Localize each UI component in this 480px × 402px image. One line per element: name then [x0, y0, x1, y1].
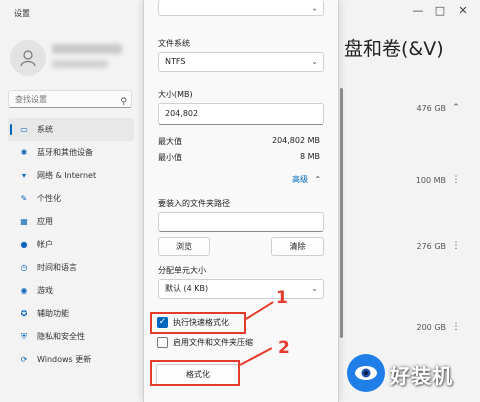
annotation-box-quick-format [150, 312, 246, 334]
sidebar-nav: ▭ 系统 ✱ 蓝牙和其他设备 ▾ 网络 & Internet ✎ 个性化 ▦ 应… [8, 118, 134, 371]
size-value: 204,802 [165, 109, 199, 118]
disk-size: 476 GB [416, 104, 447, 113]
compression-label: 启用文件和文件夹压缩 [173, 338, 253, 347]
annotation-number-2: 2 [278, 338, 290, 358]
sidebar-item-time-language[interactable]: ◷ 时间和语言 [8, 256, 134, 279]
sidebar-item-label: 蓝牙和其他设备 [37, 148, 93, 157]
settings-search-input[interactable]: 查找设置 ⚲ [8, 90, 132, 108]
monitor-icon: ▭ [20, 125, 28, 134]
maximize-icon[interactable]: □ [432, 4, 448, 17]
max-label: 最大值 [158, 137, 182, 146]
search-placeholder: 查找设置 [15, 95, 47, 104]
account-name-blurred [52, 44, 122, 54]
avatar[interactable] [10, 40, 46, 76]
brush-icon: ✎ [20, 194, 28, 203]
browse-button[interactable]: 浏览 [158, 237, 210, 256]
dialog-scrollbar[interactable] [340, 88, 343, 338]
sidebar-item-label: 网络 & Internet [37, 171, 97, 180]
chevron-down-icon: ⌄ [311, 3, 318, 12]
sidebar-item-system[interactable]: ▭ 系统 [8, 118, 134, 141]
disk-row[interactable]: 476 GB ⌃ [340, 100, 464, 122]
annotation-box-format-button [150, 360, 240, 386]
compression-checkbox[interactable]: 启用文件和文件夹压缩 [157, 337, 253, 348]
sidebar-item-label: 个性化 [37, 194, 61, 203]
disk-row[interactable]: 200 GB ⋮ [340, 319, 464, 341]
sidebar-item-label: 隐私和安全性 [37, 332, 85, 341]
sidebar-item-windows-update[interactable]: ⟳ Windows 更新 [8, 348, 134, 371]
account-email-blurred [52, 60, 108, 68]
sidebar-item-label: 游戏 [37, 286, 53, 295]
person-icon: ● [20, 240, 28, 249]
sidebar-item-accessibility[interactable]: ✪ 辅助功能 [8, 302, 134, 325]
sidebar-item-gaming[interactable]: ◉ 游戏 [8, 279, 134, 302]
more-icon[interactable]: ⋮ [448, 319, 464, 335]
sidebar-item-network[interactable]: ▾ 网络 & Internet [8, 164, 134, 187]
minimize-icon[interactable]: — [410, 4, 426, 17]
sidebar-item-personalization[interactable]: ✎ 个性化 [8, 187, 134, 210]
sidebar-item-apps[interactable]: ▦ 应用 [8, 210, 134, 233]
checkbox-empty-icon [157, 337, 168, 348]
globe-icon: ◷ [20, 263, 28, 272]
sidebar-item-label: 系统 [37, 125, 53, 134]
sidebar-item-label: 帐户 [37, 240, 53, 249]
wifi-icon: ▾ [21, 171, 26, 180]
chevron-up-icon: ⌃ [314, 175, 322, 184]
filesystem-value: NTFS [165, 57, 186, 66]
size-label: 大小(MB) [158, 90, 193, 99]
max-value: 204,802 MB [271, 136, 320, 145]
sidebar-item-label: 应用 [37, 217, 53, 226]
sidebar-item-label: 时间和语言 [37, 263, 77, 272]
watermark-text: 好装机 [390, 364, 453, 388]
alloc-unit-select[interactable]: 默认 (4 KB) ⌄ [158, 279, 324, 299]
gamepad-icon: ◉ [20, 286, 28, 295]
sidebar-item-accounts[interactable]: ● 帐户 [8, 233, 134, 256]
more-icon[interactable]: ⋮ [448, 172, 464, 188]
filesystem-select[interactable]: NTFS ⌄ [158, 52, 324, 72]
accessibility-icon: ✪ [20, 309, 28, 318]
disk-row[interactable]: 276 GB ⋮ [340, 238, 464, 260]
advanced-toggle[interactable]: 高级 ⌃ [292, 174, 321, 185]
update-icon: ⟳ [20, 355, 28, 364]
apps-icon: ▦ [20, 217, 28, 226]
alloc-unit-label: 分配单元大小 [158, 266, 206, 275]
window-title: 设置 [14, 9, 30, 18]
bluetooth-icon: ✱ [20, 148, 28, 157]
sidebar-item-label: Windows 更新 [37, 355, 92, 364]
chevron-up-icon[interactable]: ⌃ [448, 100, 464, 116]
chevron-down-icon: ⌄ [311, 57, 318, 66]
disk-size: 200 GB [416, 323, 447, 332]
advanced-label: 高级 [292, 175, 308, 184]
chevron-down-icon: ⌄ [311, 284, 318, 293]
alloc-unit-value: 默认 (4 KB) [165, 284, 209, 293]
watermark-logo-icon [347, 354, 385, 392]
mount-path-label: 要装入的文件夹路径 [158, 199, 230, 208]
filesystem-label: 文件系统 [158, 39, 190, 48]
mount-path-input[interactable] [158, 212, 324, 232]
disk-size: 100 MB [415, 176, 446, 185]
disk-row[interactable]: 100 MB ⋮ [340, 172, 464, 194]
search-icon: ⚲ [120, 97, 127, 107]
sidebar-item-label: 辅助功能 [37, 309, 69, 318]
annotation-number-1: 1 [276, 288, 288, 308]
eye-icon [355, 366, 377, 380]
clipped-select[interactable]: ⌄ [158, 0, 324, 16]
disk-size: 276 GB [416, 242, 447, 251]
clear-button[interactable]: 清除 [271, 237, 324, 256]
min-label: 最小值 [158, 153, 182, 162]
person-icon [20, 50, 36, 67]
page-title: 盘和卷(&V) [344, 38, 444, 60]
close-icon[interactable]: ✕ [455, 4, 471, 17]
more-icon[interactable]: ⋮ [448, 238, 464, 254]
sidebar-item-bluetooth[interactable]: ✱ 蓝牙和其他设备 [8, 141, 134, 164]
format-volume-dialog: ⌄ 文件系统 NTFS ⌄ 大小(MB) 204,802 最大值 204,802… [143, 0, 339, 402]
shield-icon: ⛨ [21, 331, 27, 341]
size-input[interactable]: 204,802 [158, 103, 324, 125]
sidebar-item-privacy[interactable]: ⛨ 隐私和安全性 [8, 325, 134, 348]
min-value: 8 MB [299, 152, 320, 161]
